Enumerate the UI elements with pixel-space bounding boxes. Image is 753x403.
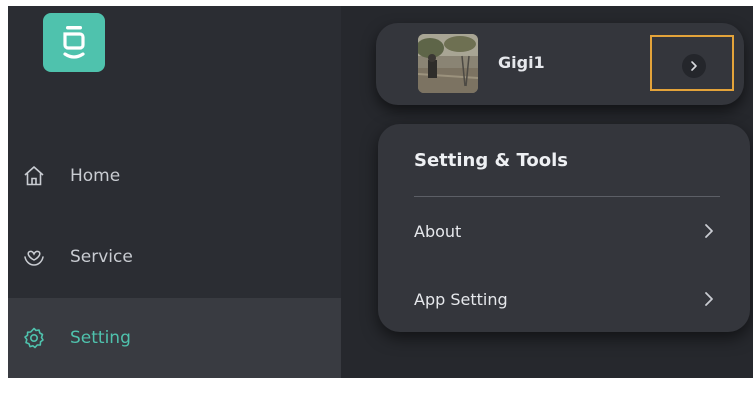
sidebar-item-label: Service [70, 247, 133, 267]
sidebar-item-label: Setting [70, 328, 131, 348]
app-logo[interactable] [43, 13, 105, 72]
profile-arrow-button[interactable] [682, 54, 706, 78]
profile-name: Gigi1 [498, 53, 545, 72]
app-logo-icon [63, 25, 85, 59]
chevron-right-icon [698, 220, 720, 242]
menu-item-about[interactable]: About [414, 212, 720, 252]
menu-item-label: About [414, 222, 462, 241]
menu-item-label: App Setting [414, 290, 508, 309]
sidebar-item-label: Home [70, 166, 121, 186]
sidebar-item-service[interactable]: Service [8, 217, 341, 297]
home-icon [21, 163, 47, 189]
menu-item-app-setting[interactable]: App Setting [414, 280, 720, 320]
divider [414, 196, 720, 197]
app-window: Home Service Setting Gigi1 Setting & Too… [8, 6, 753, 378]
main-panel: Gigi1 Setting & Tools About App Setting [341, 6, 753, 378]
avatar [418, 34, 478, 93]
sidebar-item-home[interactable]: Home [8, 136, 341, 216]
sidebar: Home Service Setting [8, 6, 341, 378]
profile-card[interactable]: Gigi1 [376, 23, 744, 105]
settings-title: Setting & Tools [414, 150, 568, 171]
gear-icon [21, 325, 47, 351]
heart-hands-icon [21, 244, 47, 270]
chevron-right-icon [691, 61, 697, 71]
chevron-right-icon [698, 288, 720, 310]
settings-card: Setting & Tools About App Setting [378, 124, 750, 332]
sidebar-item-setting[interactable]: Setting [8, 298, 341, 378]
